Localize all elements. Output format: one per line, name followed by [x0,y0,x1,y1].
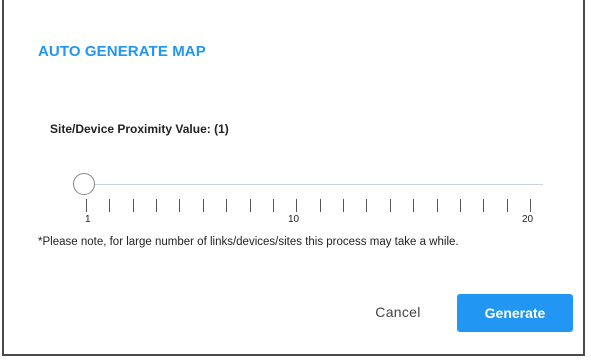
slider-tick [226,199,227,212]
cancel-button[interactable]: Cancel [358,295,438,329]
slider-tick [483,199,484,212]
generate-button[interactable]: Generate [457,294,573,332]
slider-thumb[interactable] [73,173,95,195]
slider-tick [413,199,414,212]
tick-label-mid: 10 [288,214,300,225]
tick-label-min: 1 [85,214,91,225]
tick-label-max: 20 [522,214,534,225]
slider-track[interactable] [87,184,543,185]
slider-tick [437,199,438,212]
slider-tick [296,199,297,212]
processing-note: *Please note, for large number of links/… [38,236,459,248]
dialog-title: AUTO GENERATE MAP [38,43,206,60]
slider-tick [109,199,110,212]
slider-tick [530,199,531,212]
slider-tick [507,199,508,212]
slider-tick [203,199,204,212]
proximity-slider-label: Site/Device Proximity Value: (1) [50,122,229,136]
slider-tick [250,199,251,212]
slider-tick [343,199,344,212]
slider-tick [320,199,321,212]
slider-tick [133,199,134,212]
auto-generate-map-dialog: AUTO GENERATE MAP Site/Device Proximity … [2,0,585,356]
slider-tick [179,199,180,212]
slider-tick [390,199,391,212]
proximity-slider[interactable] [73,172,543,198]
slider-tick [273,199,274,212]
slider-tick [156,199,157,212]
slider-tick [366,199,367,212]
slider-tick [86,199,87,212]
slider-ticks [86,199,531,213]
slider-tick [460,199,461,212]
